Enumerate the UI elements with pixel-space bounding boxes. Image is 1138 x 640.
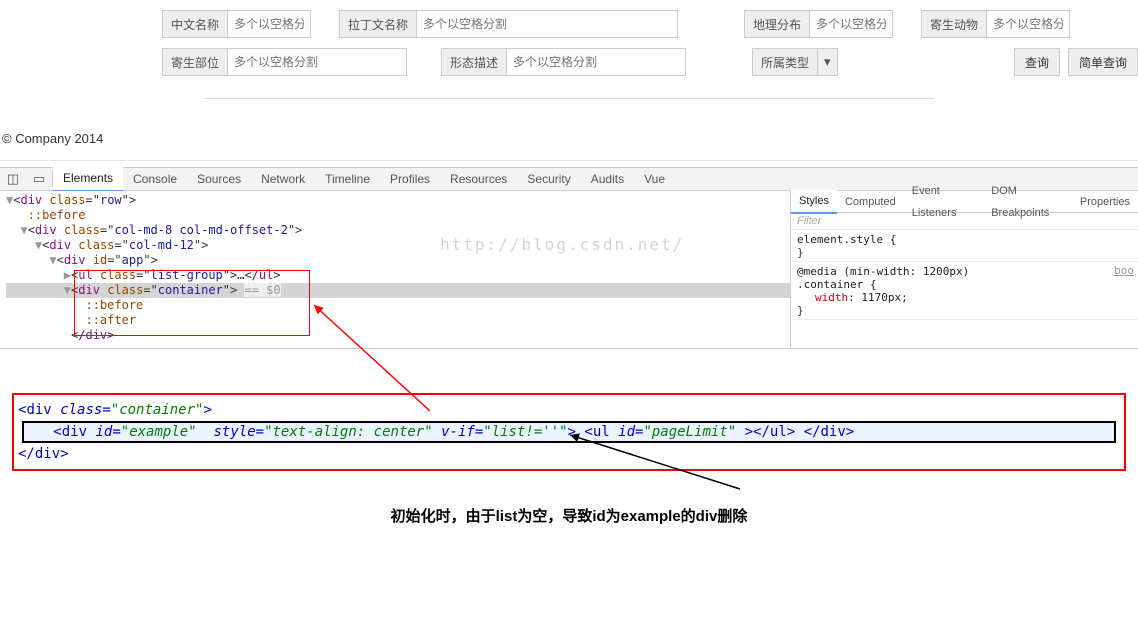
input-latin-name[interactable] bbox=[417, 11, 677, 37]
input-geo[interactable] bbox=[810, 11, 892, 37]
styles-tab-styles[interactable]: Styles bbox=[791, 190, 837, 214]
tab-resources[interactable]: Resources bbox=[440, 167, 517, 191]
field-type-dropdown[interactable]: 所属类型 ▾ bbox=[752, 48, 838, 76]
label-desc: 形态描述 bbox=[442, 49, 507, 75]
styles-tab-properties[interactable]: Properties bbox=[1072, 191, 1138, 213]
tab-security[interactable]: Security bbox=[517, 167, 580, 191]
divider bbox=[0, 160, 1138, 161]
tab-profiles[interactable]: Profiles bbox=[380, 167, 440, 191]
styles-tab-computed[interactable]: Computed bbox=[837, 191, 904, 213]
label-geo: 地理分布 bbox=[745, 11, 810, 37]
inspect-icon[interactable]: ◫ bbox=[0, 171, 26, 187]
copyright-text: © Company 2014 bbox=[0, 99, 1138, 160]
input-cn-name[interactable] bbox=[228, 11, 310, 37]
styles-sidebar: Styles Computed Event Listeners DOM Brea… bbox=[790, 191, 1138, 348]
input-parasitic-part[interactable] bbox=[228, 49, 406, 75]
input-desc[interactable] bbox=[507, 49, 685, 75]
tab-timeline[interactable]: Timeline bbox=[315, 167, 380, 191]
field-cn-name: 中文名称 bbox=[162, 10, 311, 38]
search-form-row1: 中文名称 拉丁文名称 地理分布 寄生动物 bbox=[0, 0, 1138, 48]
tab-audits[interactable]: Audits bbox=[581, 167, 634, 191]
field-latin-name: 拉丁文名称 bbox=[339, 10, 678, 38]
css-source-link[interactable]: boo bbox=[1114, 264, 1134, 277]
label-parasitic-animal: 寄生动物 bbox=[922, 11, 987, 37]
css-rule[interactable]: boo @media (min-width: 1200px) .containe… bbox=[791, 262, 1138, 320]
styles-tab-breakpoints[interactable]: DOM Breakpoints bbox=[983, 180, 1072, 224]
tab-elements[interactable]: Elements bbox=[53, 166, 123, 192]
source-code-box: <div class="container"> <div id="example… bbox=[12, 393, 1126, 471]
dom-node: ▼<div class="row"> bbox=[6, 193, 790, 208]
label-cn-name: 中文名称 bbox=[163, 11, 228, 37]
simple-query-button[interactable]: 简单查询 bbox=[1068, 48, 1138, 76]
dom-node: ::before bbox=[6, 208, 790, 223]
device-icon[interactable]: ▭ bbox=[26, 171, 52, 187]
tab-network[interactable]: Network bbox=[251, 167, 315, 191]
elements-tree[interactable]: http://blog.csdn.net/ ▼<div class="row">… bbox=[0, 191, 790, 348]
annotation-highlight-box bbox=[74, 270, 310, 336]
field-desc: 形态描述 bbox=[441, 48, 686, 76]
query-button[interactable]: 查询 bbox=[1014, 48, 1060, 76]
annotation-text: 初始化时，由于list为空，导致id为example的div删除 bbox=[0, 505, 1138, 526]
tab-console[interactable]: Console bbox=[123, 167, 187, 191]
tab-sources[interactable]: Sources bbox=[187, 167, 251, 191]
label-parasitic-part: 寄生部位 bbox=[163, 49, 228, 75]
dom-node: ▼<div class="col-md-8 col-md-offset-2"> bbox=[6, 223, 790, 238]
source-code-highlight: <div id="example" style="text-align: cen… bbox=[22, 421, 1116, 443]
devtools-body: http://blog.csdn.net/ ▼<div class="row">… bbox=[0, 191, 1138, 349]
field-geo: 地理分布 bbox=[744, 10, 893, 38]
label-type: 所属类型 bbox=[753, 49, 817, 75]
dom-node: ▼<div id="app"> bbox=[6, 253, 790, 268]
css-rule[interactable]: element.style { } bbox=[791, 230, 1138, 262]
dom-node: ▼<div class="col-md-12"> bbox=[6, 238, 790, 253]
label-latin-name: 拉丁文名称 bbox=[340, 11, 417, 37]
field-parasitic-part: 寄生部位 bbox=[162, 48, 407, 76]
styles-tabs: Styles Computed Event Listeners DOM Brea… bbox=[791, 191, 1138, 213]
caret-down-icon: ▾ bbox=[817, 49, 837, 75]
search-form-row2: 寄生部位 形态描述 所属类型 ▾ 查询 简单查询 bbox=[0, 48, 1138, 88]
styles-tab-listeners[interactable]: Event Listeners bbox=[904, 180, 983, 224]
field-parasitic-animal: 寄生动物 bbox=[921, 10, 1070, 38]
tab-vue[interactable]: Vue bbox=[634, 167, 675, 191]
input-parasitic-animal[interactable] bbox=[987, 11, 1069, 37]
